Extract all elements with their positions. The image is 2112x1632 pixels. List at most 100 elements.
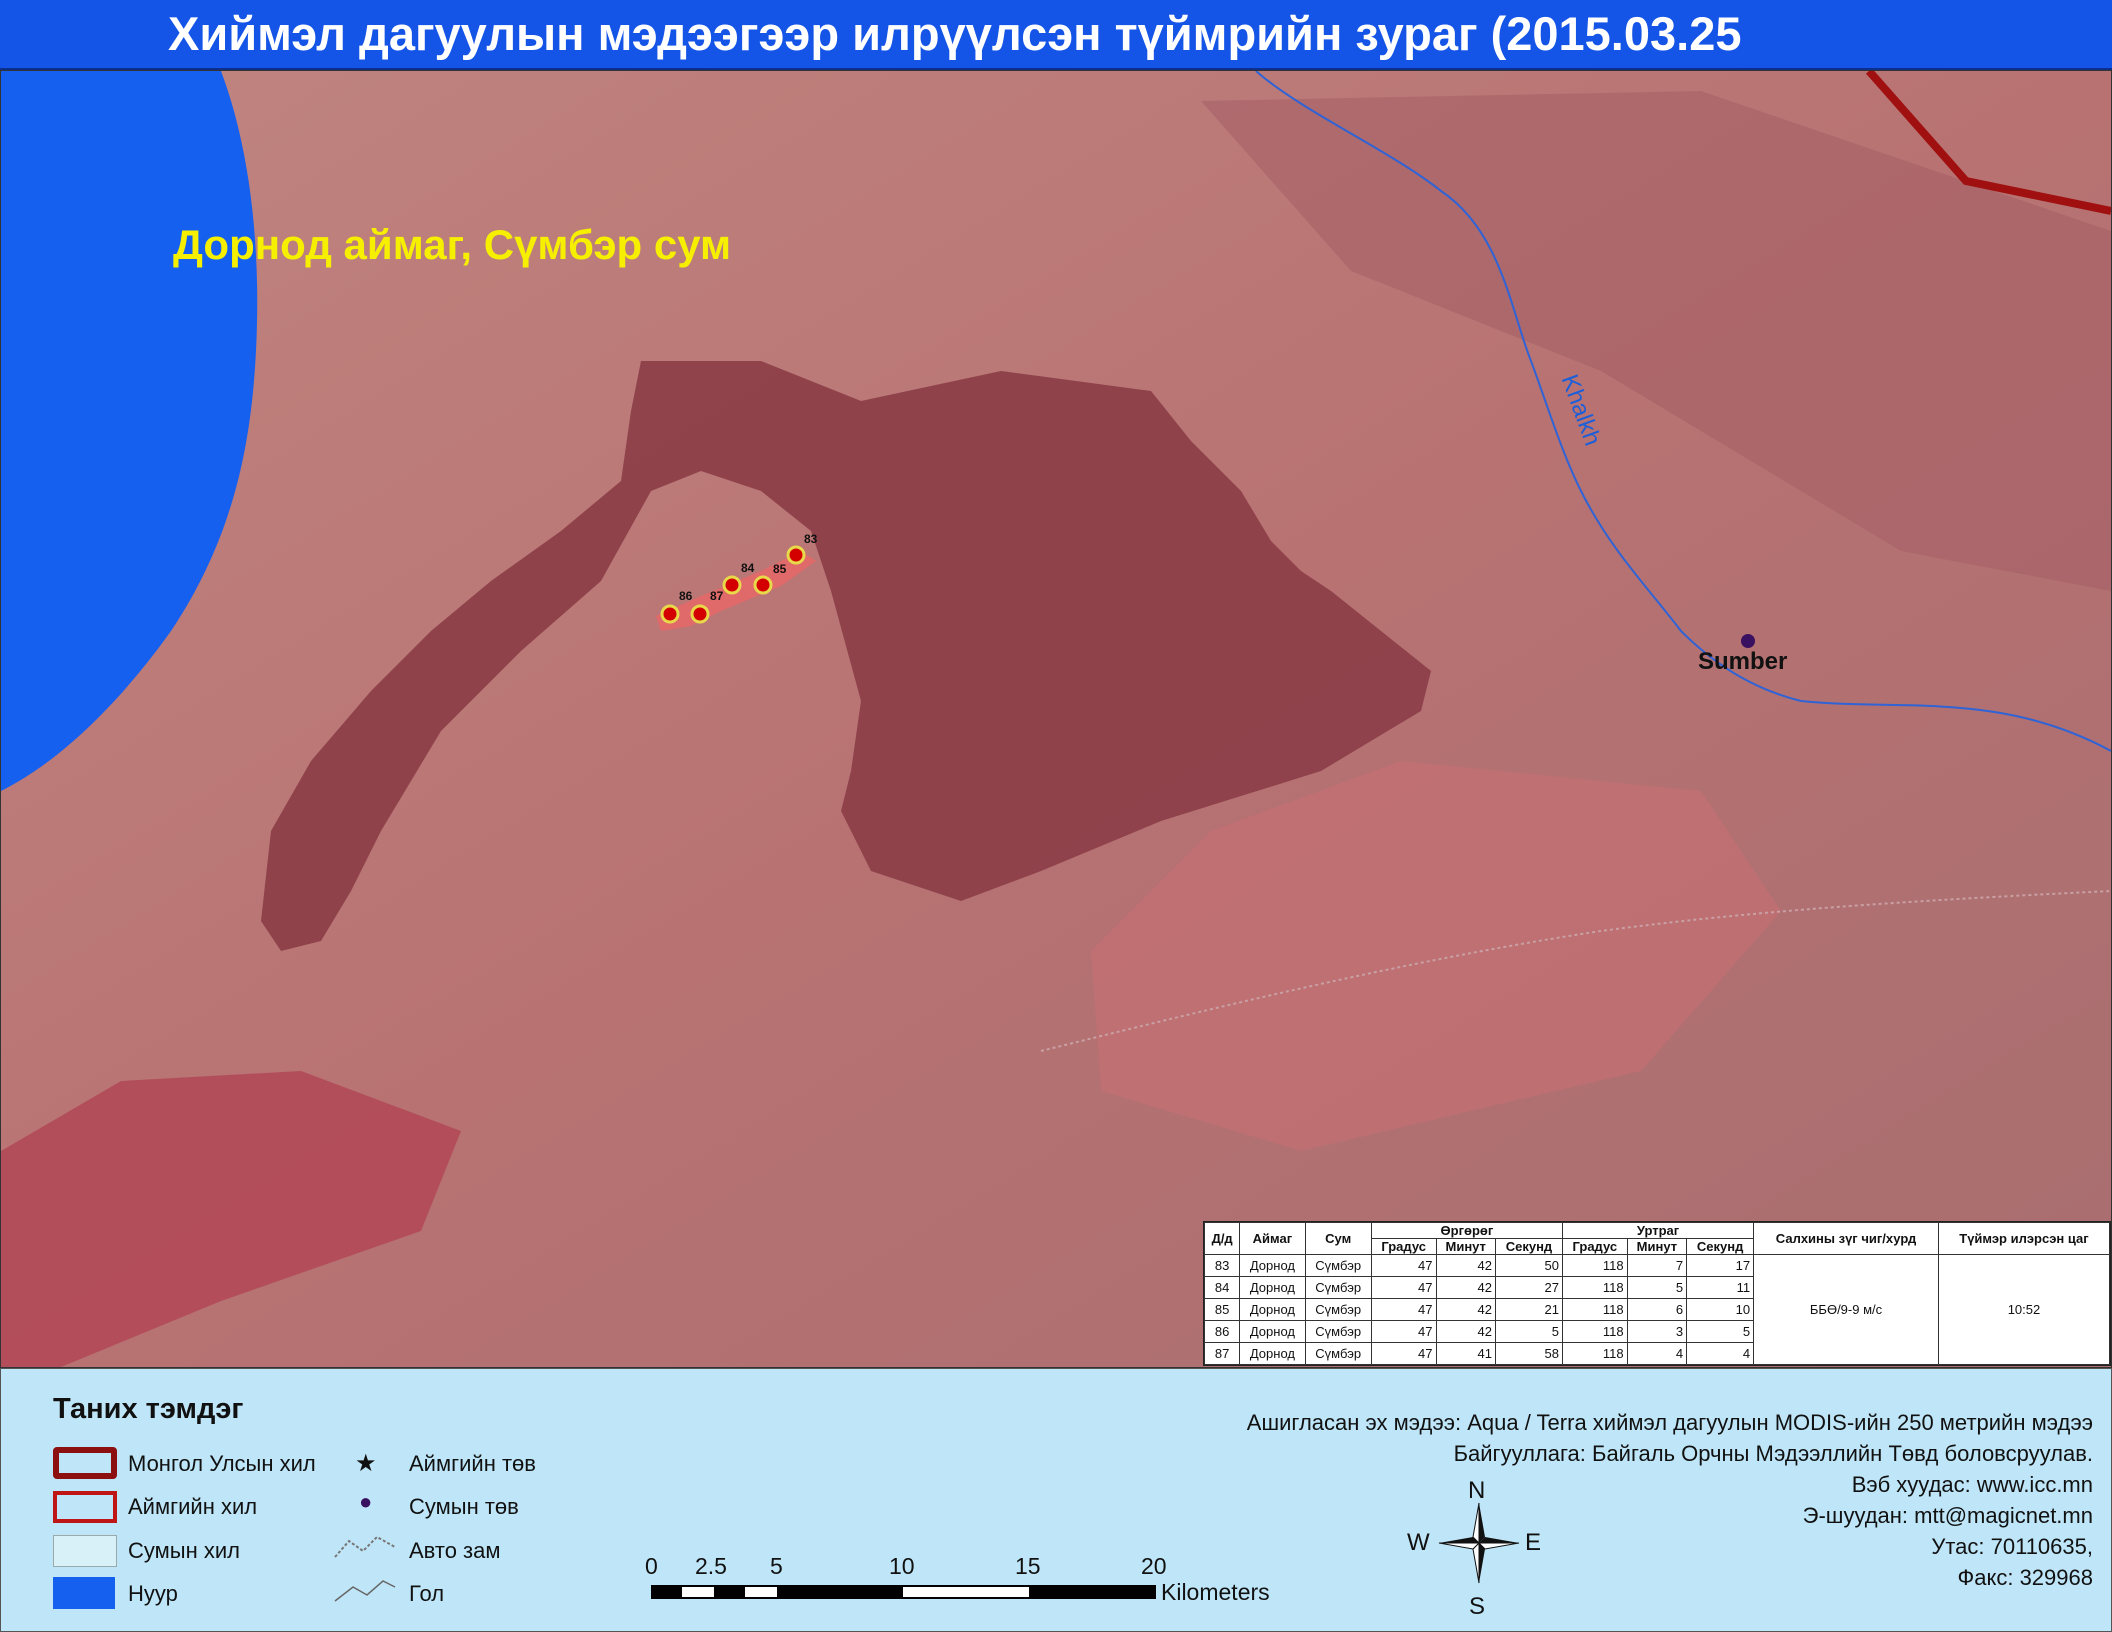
national-border-swatch xyxy=(53,1447,117,1479)
col-time: Түймэр илэрсэн цаг xyxy=(1937,1222,2111,1255)
scale-tick-10: 10 xyxy=(889,1553,915,1579)
legend-soum-center: Сумын төв xyxy=(409,1494,519,1519)
legend-panel: Таних тэмдэг Монгол Улсын хил Аймгийн хи… xyxy=(0,1368,2112,1632)
title-bar: Хиймэл дагуулын мэдээгээр илрүүлсэн түйм… xyxy=(0,0,2112,71)
cell-lon-deg: 118 xyxy=(1561,1276,1628,1299)
hotspot-label-87: 87 xyxy=(710,589,724,603)
province-border-swatch xyxy=(53,1491,117,1523)
cell-lat-sec: 27 xyxy=(1494,1276,1563,1299)
cell-lat-sec: 5 xyxy=(1494,1320,1563,1343)
cell-sum: Сүмбэр xyxy=(1304,1342,1372,1365)
cell-lon-min: 3 xyxy=(1626,1320,1688,1343)
cell-aimag: Дорнод xyxy=(1239,1254,1306,1277)
cell-lon-deg: 118 xyxy=(1561,1342,1628,1365)
cell-lon-deg: 118 xyxy=(1561,1254,1628,1277)
hotspot-84[interactable] xyxy=(722,575,742,595)
cell-lon-deg: 118 xyxy=(1561,1320,1628,1343)
cell-sum: Сүмбэр xyxy=(1304,1276,1372,1299)
cell-lat-min: 42 xyxy=(1435,1298,1496,1321)
col-aimag: Аймаг xyxy=(1239,1222,1306,1255)
cell-lat-min: 42 xyxy=(1435,1276,1496,1299)
cell-sum: Сүмбэр xyxy=(1304,1254,1372,1277)
cell-lat-deg: 47 xyxy=(1370,1320,1437,1343)
road-icon xyxy=(334,1535,396,1558)
scale-tick-2-5: 2.5 xyxy=(695,1553,727,1579)
hotspot-label-83: 83 xyxy=(804,532,818,546)
cell-wind: ББӨ/9-9 м/с xyxy=(1753,1254,1939,1365)
legend-national-border: Монгол Улсын хил xyxy=(128,1451,316,1476)
map-title: Хиймэл дагуулын мэдээгээр илрүүлсэн түйм… xyxy=(168,7,1742,60)
cell-id: 86 xyxy=(1203,1320,1241,1343)
col-wind: Салхины зүг чиг/хурд xyxy=(1753,1222,1939,1255)
col-sum: Сум xyxy=(1304,1222,1372,1255)
legend-province-center: Аймгийн төв xyxy=(409,1451,536,1476)
cell-lat-deg: 47 xyxy=(1370,1254,1437,1277)
credits-fax: Факс: 329968 xyxy=(1957,1565,2093,1590)
star-icon: ★ xyxy=(355,1450,377,1477)
soum-center-sumber[interactable] xyxy=(1741,634,1755,648)
hotspot-85[interactable] xyxy=(753,575,773,595)
credits-source: Ашигласан эх мэдээ: Aqua / Terra хиймэл … xyxy=(1246,1410,2093,1435)
place-label-sumber: Sumber xyxy=(1698,648,1788,675)
hotspot-86[interactable] xyxy=(660,604,680,624)
legend-road: Авто зам xyxy=(409,1538,501,1563)
fire-table: Д/д Аймаг Сум Өргөрөг Уртраг Салхины зүг… xyxy=(1203,1221,2111,1366)
col-lat-min: Минут xyxy=(1435,1238,1496,1255)
cell-lon-sec: 4 xyxy=(1686,1342,1755,1365)
cell-id: 85 xyxy=(1203,1298,1241,1321)
cell-lon-deg: 118 xyxy=(1561,1298,1628,1321)
dot-icon: ● xyxy=(359,1489,373,1514)
scale-tick-15: 15 xyxy=(1015,1553,1041,1579)
cell-lat-min: 41 xyxy=(1435,1342,1496,1365)
col-lon: Уртраг xyxy=(1561,1222,1755,1239)
map-frame[interactable]: Дорнод аймаг, Сүмбэр сум Sumber Khalkh 8… xyxy=(0,70,2112,1368)
cell-lat-deg: 47 xyxy=(1370,1298,1437,1321)
region-label: Дорнод аймаг, Сүмбэр сум xyxy=(173,221,732,268)
cell-aimag: Дорнод xyxy=(1239,1342,1306,1365)
legend-lake: Нуур xyxy=(128,1581,178,1606)
soum-border-swatch xyxy=(53,1535,117,1567)
cell-aimag: Дорнод xyxy=(1239,1276,1306,1299)
col-lat-sec: Секунд xyxy=(1494,1238,1563,1255)
credits-website[interactable]: Вэб хуудас: www.icc.mn xyxy=(1247,1469,2093,1500)
cell-lon-sec: 11 xyxy=(1686,1276,1755,1299)
cell-lat-min: 42 xyxy=(1435,1320,1496,1343)
credits-phone: Утас: 70110635, xyxy=(1931,1534,2093,1559)
legend-river: Гол xyxy=(409,1581,445,1606)
scale-bar xyxy=(651,1585,1156,1599)
river-icon xyxy=(334,1580,396,1602)
credits: Ашигласан эх мэдээ: Aqua / Terra хиймэл … xyxy=(1247,1407,2093,1593)
cell-lat-deg: 47 xyxy=(1370,1276,1437,1299)
col-lat: Өргөрөг xyxy=(1370,1222,1563,1239)
hotspot-label-85: 85 xyxy=(773,562,787,576)
col-lon-sec: Секунд xyxy=(1686,1238,1755,1255)
cell-aimag: Дорнод xyxy=(1239,1298,1306,1321)
cell-lon-min: 7 xyxy=(1626,1254,1688,1277)
legend-soum-border: Сумын хил xyxy=(128,1538,240,1563)
cell-lat-sec: 21 xyxy=(1494,1298,1563,1321)
cell-time: 10:52 xyxy=(1937,1254,2111,1365)
hotspot-label-86: 86 xyxy=(679,589,693,603)
cell-lat-deg: 47 xyxy=(1370,1342,1437,1365)
cell-id: 87 xyxy=(1203,1342,1241,1365)
lake-swatch xyxy=(53,1577,115,1609)
cell-id: 83 xyxy=(1203,1254,1241,1277)
cell-id: 84 xyxy=(1203,1276,1241,1299)
hotspot-83[interactable] xyxy=(786,545,806,565)
hotspot-87[interactable] xyxy=(690,604,710,624)
cell-aimag: Дорнод xyxy=(1239,1320,1306,1343)
cell-lat-sec: 50 xyxy=(1494,1254,1563,1277)
cell-lon-sec: 17 xyxy=(1686,1254,1755,1277)
scale-tick-5: 5 xyxy=(770,1553,783,1579)
col-lon-deg: Градус xyxy=(1561,1238,1628,1255)
credits-email[interactable]: Э-шуудан: mtt@magicnet.mn xyxy=(1247,1500,2093,1531)
compass-s: S xyxy=(1469,1593,1486,1620)
legend-title: Таних тэмдэг xyxy=(53,1393,244,1425)
col-id: Д/д xyxy=(1203,1222,1241,1255)
cell-lon-min: 5 xyxy=(1626,1276,1688,1299)
cell-lat-sec: 58 xyxy=(1494,1342,1563,1365)
col-lon-min: Минут xyxy=(1626,1238,1688,1255)
cell-lon-sec: 5 xyxy=(1686,1320,1755,1343)
table-row: 83 Дорнод Сүмбэр 47 42 50 118 7 17 ББӨ/9… xyxy=(1203,1254,2111,1365)
scale-tick-20: 20 xyxy=(1141,1553,1167,1579)
